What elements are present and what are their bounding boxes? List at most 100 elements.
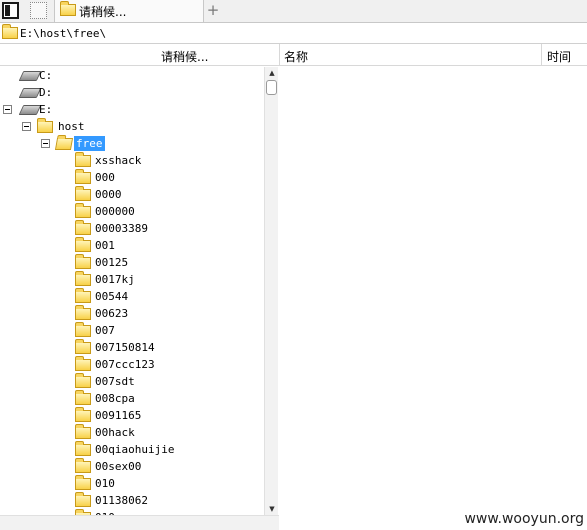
folder-icon <box>75 203 91 218</box>
open-folder-icon <box>54 138 74 150</box>
folder-icon <box>75 441 91 456</box>
tree-header: 请稍候... <box>0 44 279 66</box>
folder-icon <box>2 24 18 39</box>
tab-bar: 请稍候... + <box>0 0 587 23</box>
column-header-name[interactable]: 名称 <box>279 44 541 66</box>
folder-icon <box>75 373 91 388</box>
tree-item-label: 001 <box>95 239 115 252</box>
tree-item-folder[interactable]: 00544 <box>0 288 262 305</box>
folder-icon <box>75 237 91 252</box>
tree-item-label: 007150814 <box>95 341 155 354</box>
tree-item-label: 00125 <box>95 256 129 269</box>
tree-item-folder[interactable]: 010 <box>0 475 262 492</box>
tree-item-label: 00hack <box>95 426 135 439</box>
tree-item-label: host <box>58 120 85 133</box>
tree-item-label: 000 <box>95 171 115 184</box>
tree-item-label: E: <box>39 103 53 116</box>
folder-tree[interactable]: C: D: E: host free xsshack 000 0000 000000 0… <box>0 67 264 515</box>
folder-icon <box>75 254 91 269</box>
tree-item-drive-e[interactable]: E: <box>0 101 262 118</box>
tree-item-label: 01138062 <box>95 494 148 507</box>
tree-item-label: 010 <box>95 477 115 490</box>
collapse-icon[interactable] <box>22 122 31 131</box>
address-bar[interactable]: E:\host\free\ <box>0 23 587 44</box>
tree-item-folder[interactable]: 007 <box>0 322 262 339</box>
tree-item-label: 007ccc123 <box>95 358 155 371</box>
scroll-down-arrow-icon[interactable]: ▼ <box>267 504 277 514</box>
tree-item-label: 00qiaohuijie <box>95 443 175 456</box>
folder-icon <box>75 322 91 337</box>
folder-icon <box>75 152 91 167</box>
tree-header-label: 请稍候... <box>161 50 209 64</box>
view-toggle-button[interactable] <box>30 2 47 19</box>
tree-horizontal-scrollbar[interactable] <box>0 515 279 530</box>
tree-item-drive-d[interactable]: D: <box>0 84 262 101</box>
scroll-thumb[interactable] <box>266 80 277 95</box>
column-header-time-label: 时间 <box>547 50 572 64</box>
tree-item-folder[interactable]: 00hack <box>0 424 262 441</box>
folder-icon <box>75 305 91 320</box>
tree-item-host[interactable]: host <box>0 118 262 135</box>
tree-item-label: 0091165 <box>95 409 142 422</box>
collapse-icon[interactable] <box>3 105 12 114</box>
folder-icon <box>75 475 91 490</box>
tree-item-label: 007sdt <box>95 375 135 388</box>
tree-item-drive-c[interactable]: C: <box>0 67 262 84</box>
tree-item-folder[interactable]: 00sex00 <box>0 458 262 475</box>
tree-item-label-selected: free <box>74 136 105 151</box>
tree-item-label: 0017kj <box>95 273 135 286</box>
tree-item-label: C: <box>39 69 53 82</box>
folder-icon <box>75 407 91 422</box>
tree-item-free[interactable]: free <box>0 135 262 152</box>
scroll-up-arrow-icon[interactable]: ▲ <box>267 68 277 78</box>
tree-item-folder[interactable]: 007ccc123 <box>0 356 262 373</box>
tree-item-folder[interactable]: 007150814 <box>0 339 262 356</box>
tree-item-folder[interactable]: 001 <box>0 237 262 254</box>
tree-item-label: 00544 <box>95 290 129 303</box>
folder-icon <box>75 492 91 507</box>
tree-item-folder[interactable]: 007sdt <box>0 373 262 390</box>
tree-item-label: 00623 <box>95 307 129 320</box>
tree-item-folder[interactable]: 0017kj <box>0 271 262 288</box>
tree-item-folder[interactable]: xsshack <box>0 152 262 169</box>
tree-item-folder[interactable]: 000000 <box>0 203 262 220</box>
folder-icon <box>75 424 91 439</box>
column-header-time[interactable]: 时间 <box>541 44 587 66</box>
tree-item-folder[interactable]: 00623 <box>0 305 262 322</box>
folder-icon <box>60 1 76 16</box>
tree-item-label: 00sex00 <box>95 460 142 473</box>
tree-item-folder[interactable]: 000 <box>0 169 262 186</box>
collapse-icon[interactable] <box>41 139 50 148</box>
tree-item-folder[interactable]: 0000 <box>0 186 262 203</box>
tree-item-label: 00003389 <box>95 222 148 235</box>
panel-toggle-button[interactable] <box>2 2 19 19</box>
tree-item-label: 008cpa <box>95 392 135 405</box>
tree-item-label: xsshack <box>95 154 142 167</box>
folder-icon <box>75 458 91 473</box>
folder-icon <box>75 339 91 354</box>
folder-icon <box>37 118 53 133</box>
folder-icon <box>75 220 91 235</box>
tree-item-folder[interactable]: 00qiaohuijie <box>0 441 262 458</box>
tree-item-folder[interactable]: 00125 <box>0 254 262 271</box>
column-header-name-label: 名称 <box>284 50 309 64</box>
tree-item-label: 007 <box>95 324 115 337</box>
folder-icon <box>75 271 91 286</box>
folder-icon <box>75 186 91 201</box>
tree-item-folder[interactable]: 0091165 <box>0 407 262 424</box>
tree-item-label: D: <box>39 86 53 99</box>
tab-current[interactable]: 请稍候... <box>54 0 204 22</box>
new-tab-button[interactable]: + <box>205 1 221 19</box>
folder-icon <box>75 390 91 405</box>
tree-item-folder[interactable]: 008cpa <box>0 390 262 407</box>
file-list-pane[interactable] <box>279 67 587 515</box>
tree-item-folder[interactable]: 00003389 <box>0 220 262 237</box>
folder-icon <box>75 288 91 303</box>
folder-icon <box>75 356 91 371</box>
address-path[interactable]: E:\host\free\ <box>20 27 106 40</box>
tab-title: 请稍候... <box>79 5 127 19</box>
tree-item-folder[interactable]: 01138062 <box>0 492 262 509</box>
tree-item-label: 000000 <box>95 205 135 218</box>
folder-icon <box>75 169 91 184</box>
tree-vertical-scrollbar[interactable]: ▲ ▼ <box>264 67 278 515</box>
